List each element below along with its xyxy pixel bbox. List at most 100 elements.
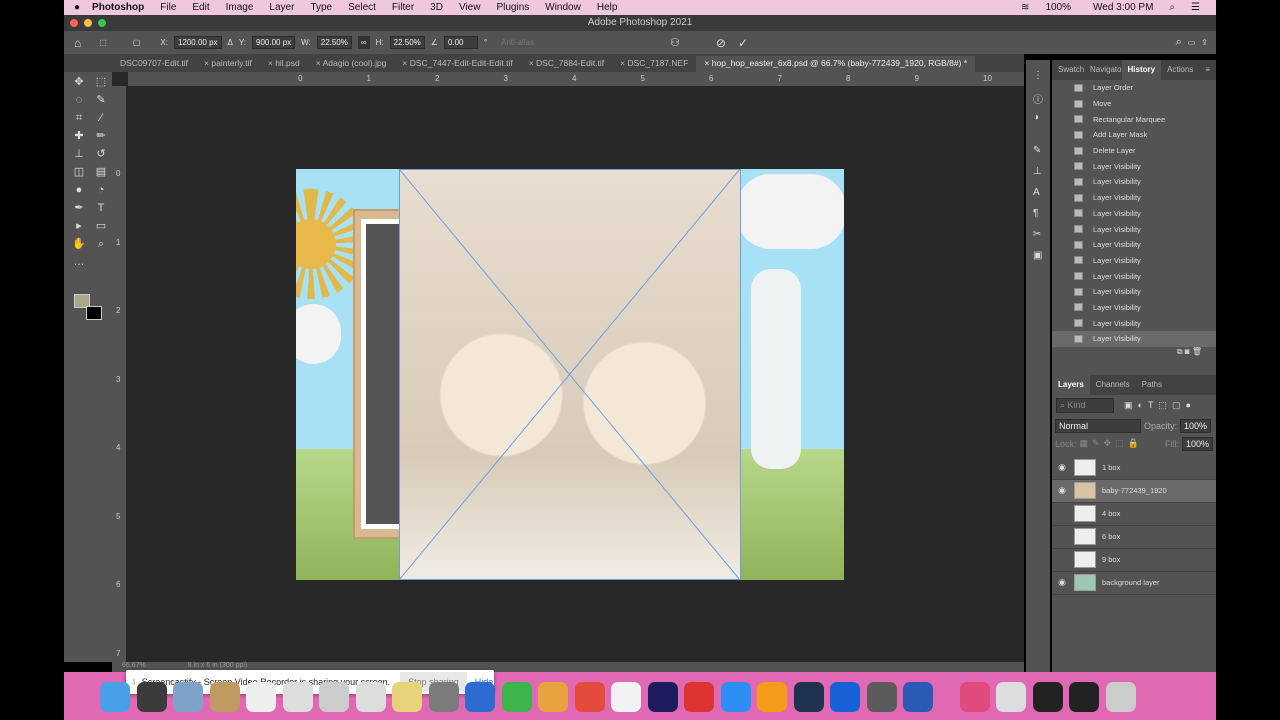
filter-icons[interactable]: ▣◐T⬚▢● (1124, 400, 1196, 411)
history-item[interactable]: Add Layer Mask (1052, 127, 1216, 143)
menu-3d[interactable]: 3D (430, 2, 443, 13)
dock-app-icon[interactable] (1069, 682, 1099, 712)
visibility-eye-icon[interactable]: ◉ (1052, 485, 1072, 496)
blur-tool[interactable]: ● (72, 184, 86, 196)
height-field[interactable]: 22.50% (389, 36, 425, 49)
new-document-icon[interactable]: ⧉ (1177, 347, 1183, 356)
dock-app-icon[interactable] (959, 682, 990, 712)
lock-icons[interactable]: ▦✎✥⬚🔒 (1080, 438, 1143, 449)
tab-doc[interactable]: × painterly.tif (196, 56, 260, 72)
layer-row[interactable]: 6 box (1052, 526, 1216, 549)
tab-doc[interactable]: × DSC_7447-Edit-Edit-Edit.tif (394, 56, 520, 72)
artboard-icon[interactable]: ▣ (1033, 250, 1042, 261)
delta-icon[interactable]: Δ (228, 38, 233, 47)
eraser-tool[interactable]: ◫ (72, 166, 86, 178)
tab-actions[interactable]: Actions (1161, 60, 1199, 80)
menu-type[interactable]: Type (310, 2, 332, 13)
history-brush-tool[interactable]: ↺ (94, 148, 108, 160)
opacity-field[interactable]: 100% (1180, 418, 1212, 433)
reference-point-icon[interactable]: ▢ (133, 38, 141, 47)
shape-tool[interactable]: ▭ (94, 220, 108, 232)
tab-navigator[interactable]: Navigator (1084, 60, 1122, 80)
commit-transform-icon[interactable]: ✓ (738, 36, 748, 50)
tab-doc[interactable]: × hil.psd (260, 56, 308, 72)
history-item[interactable]: Layer Visibility (1052, 268, 1216, 284)
history-item[interactable]: Layer Visibility (1052, 284, 1216, 300)
gradient-tool[interactable]: ▤ (94, 166, 108, 178)
dock-app-icon[interactable] (611, 682, 641, 712)
cancel-transform-icon[interactable]: ⊘ (716, 36, 726, 50)
menu-list-icon[interactable]: ☰ (1191, 2, 1200, 13)
dock-app-icon[interactable] (465, 682, 495, 712)
dock-app-icon[interactable] (173, 682, 203, 712)
layer-row[interactable]: 9 box (1052, 549, 1216, 572)
layer-row[interactable]: ◉ 1 box (1052, 457, 1216, 480)
y-field[interactable]: 900.00 px (252, 36, 296, 49)
dock-app-icon[interactable] (319, 682, 349, 712)
dock-app-icon[interactable] (793, 682, 824, 712)
dock-app-icon[interactable] (903, 682, 933, 712)
menu-file[interactable]: File (160, 2, 176, 13)
paragraph-icon[interactable]: ¶ (1033, 208, 1038, 219)
dock-app-icon[interactable] (538, 682, 568, 712)
more-tools[interactable]: … (72, 256, 86, 268)
history-item[interactable]: Layer Visibility (1052, 221, 1216, 237)
history-item[interactable]: Rectangular Marquee (1052, 111, 1216, 127)
layer-row[interactable]: 4 box (1052, 503, 1216, 526)
menu-layer[interactable]: Layer (269, 2, 294, 13)
history-item[interactable]: Layer Visibility (1052, 190, 1216, 206)
dock-app-icon[interactable] (684, 682, 714, 712)
zoom-button[interactable] (98, 19, 106, 27)
search-icon[interactable]: ⌕ (1169, 2, 1175, 13)
zoom-tool[interactable]: ⌕ (94, 238, 108, 250)
blend-mode-select[interactable]: Normal (1055, 418, 1141, 433)
close-button[interactable] (70, 19, 78, 27)
dock-app-icon[interactable] (647, 682, 678, 712)
share-icon[interactable]: ⇪ (1201, 38, 1208, 47)
adjust-icon[interactable]: ◑ (1033, 112, 1039, 123)
search-icon[interactable]: ⌕ (1176, 36, 1182, 49)
history-item[interactable]: Layer Visibility (1052, 206, 1216, 222)
layer-row[interactable]: ◉ background layer (1052, 572, 1216, 595)
character-icon[interactable]: A (1033, 187, 1040, 198)
history-item[interactable]: Delete Layer (1052, 143, 1216, 159)
dock-app-icon[interactable] (246, 682, 276, 712)
move-tool[interactable]: ✥ (72, 76, 86, 88)
pen-tool[interactable]: ✒ (72, 202, 86, 214)
dock-app-icon[interactable] (100, 682, 130, 712)
antialias-checkbox[interactable]: Anti-alias (501, 38, 534, 47)
dock-app-icon[interactable] (574, 682, 605, 712)
tab-history[interactable]: History (1121, 60, 1162, 80)
dock-app-icon[interactable] (1032, 682, 1063, 712)
transform-bounding-box[interactable] (399, 169, 741, 580)
visibility-eye-icon[interactable]: ◉ (1052, 577, 1072, 588)
history-item[interactable]: Layer Visibility (1052, 331, 1216, 347)
layer-filter-kind[interactable]: ⌕ Kind (1056, 398, 1114, 414)
history-item[interactable]: Layer Visibility (1052, 300, 1216, 316)
dock-app-icon[interactable] (866, 682, 897, 712)
tab-active-doc[interactable]: × hop_hop_easter_6x8.psd @ 66.7% (baby-7… (696, 56, 976, 72)
menu-edit[interactable]: Edit (192, 2, 209, 13)
clock[interactable]: Wed 3:00 PM (1093, 2, 1153, 13)
path-select-tool[interactable]: ▸ (72, 220, 86, 232)
menu-plugins[interactable]: Plugins (496, 2, 529, 13)
dock-app-icon[interactable] (720, 682, 751, 712)
dock-app-icon[interactable] (501, 682, 532, 712)
apple-icon[interactable]: ● (74, 2, 80, 13)
layer-row[interactable]: ◉ baby-772439_1920 (1052, 479, 1216, 503)
tools-icon[interactable]: ✂ (1033, 229, 1041, 240)
workspace-icon[interactable]: ▭ (1188, 38, 1196, 47)
hand-tool[interactable]: ✋ (72, 238, 86, 250)
dock-app-icon[interactable] (392, 682, 422, 712)
swatches-icon[interactable]: ⋮ (1033, 70, 1043, 81)
menu-window[interactable]: Window (545, 2, 581, 13)
visibility-eye-icon[interactable]: ◉ (1052, 462, 1072, 473)
tab-paths[interactable]: Paths (1136, 375, 1168, 395)
stamp-tool[interactable]: ⊥ (72, 148, 86, 160)
dock-app-icon[interactable] (282, 682, 313, 712)
dock-app-icon[interactable] (209, 682, 240, 712)
menu-image[interactable]: Image (226, 2, 254, 13)
fill-field[interactable]: 100% (1181, 436, 1213, 451)
warp-icon[interactable]: ⚇ (670, 36, 680, 49)
marquee-tool[interactable]: ⬚ (94, 76, 108, 88)
